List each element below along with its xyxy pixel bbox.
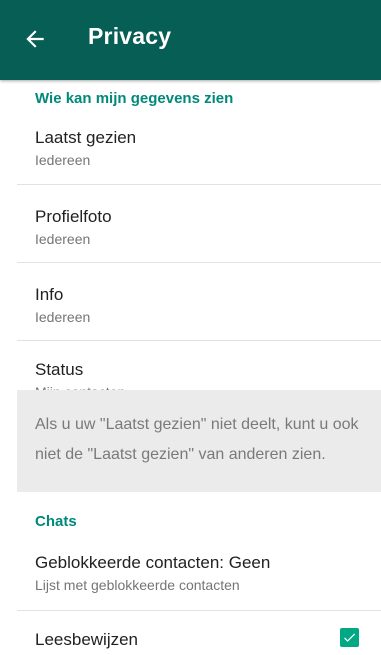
- setting-title: Laatst gezien: [35, 128, 137, 147]
- note-text: Als u uw "Laatst gezien" niet deelt, kun…: [35, 416, 359, 463]
- divider: [17, 610, 381, 611]
- setting-title: Leesbewijzen: [35, 630, 139, 649]
- back-arrow-icon[interactable]: [22, 26, 48, 52]
- setting-title: Geblokkeerde contacten: Geen: [35, 553, 271, 572]
- setting-profile-photo[interactable]: Profielfoto Iedereen: [0, 197, 381, 262]
- setting-title: Profielfoto: [35, 207, 112, 226]
- last-seen-note: Als u uw "Laatst gezien" niet deelt, kun…: [17, 390, 381, 492]
- setting-blocked-contacts[interactable]: Geblokkeerde contacten: Geen Lijst met g…: [0, 545, 381, 607]
- page-title: Privacy: [88, 23, 172, 49]
- setting-value: Iedereen: [35, 231, 91, 247]
- divider: [17, 340, 381, 341]
- setting-value: Iedereen: [35, 309, 91, 325]
- section-header-visibility: Wie kan mijn gegevens zien: [35, 90, 234, 107]
- section-header-chats: Chats: [35, 513, 77, 530]
- read-receipts-checkbox[interactable]: [340, 628, 359, 647]
- setting-value: Iedereen: [35, 152, 91, 168]
- divider: [17, 262, 381, 263]
- app-bar: Privacy: [0, 0, 381, 80]
- check-icon: [344, 633, 356, 642]
- setting-read-receipts[interactable]: Leesbewijzen: [0, 618, 381, 655]
- setting-last-seen[interactable]: Laatst gezien Iedereen: [0, 118, 381, 184]
- setting-title: Status: [35, 360, 84, 379]
- setting-subtitle: Lijst met geblokkeerde contacten: [35, 577, 240, 593]
- divider: [17, 184, 381, 185]
- setting-info[interactable]: Info Iedereen: [0, 275, 381, 340]
- setting-status[interactable]: Status Mijn contacten: [0, 350, 381, 400]
- setting-title: Info: [35, 285, 64, 304]
